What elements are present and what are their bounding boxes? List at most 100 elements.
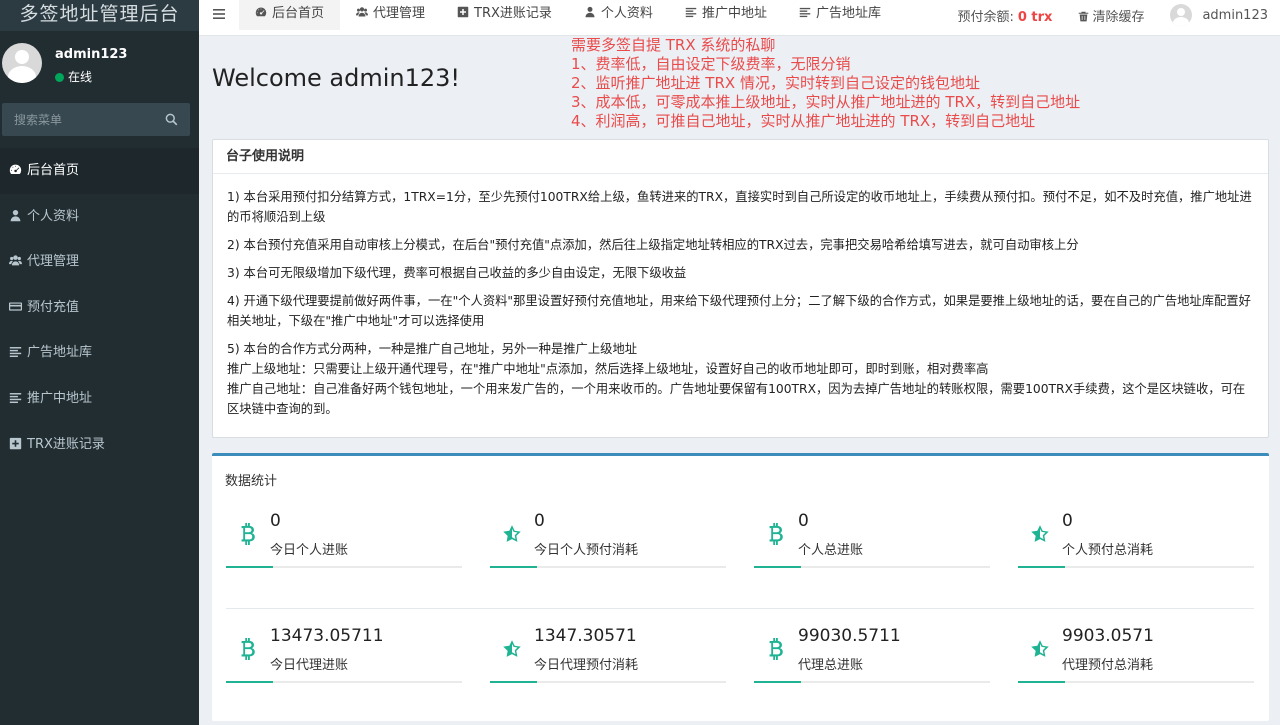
instructions-title: 台子使用说明 [213, 140, 1268, 174]
list-icon [9, 391, 22, 404]
list-icon [799, 6, 811, 18]
sidebar-item-label: TRX进账记录 [27, 436, 105, 452]
search-icon[interactable] [165, 113, 178, 126]
stat-card: 0 今日个人预付消耗 [490, 508, 726, 568]
tab-label: TRX进账记录 [474, 6, 552, 21]
user-menu[interactable]: admin123 [1170, 4, 1268, 26]
stat-value: 1347.30571 [534, 626, 637, 646]
stat-label: 今日代理进账 [270, 658, 349, 673]
sidebar-item-dashboard[interactable]: 后台首页 [0, 148, 199, 194]
user-panel: admin123 在线 [0, 31, 199, 96]
promo-note: 需要多签自提 TRX 系统的私聊 [571, 36, 776, 54]
users-icon [9, 254, 22, 267]
plus-square-icon [457, 6, 469, 18]
sidebar-item-profile[interactable]: 个人资料 [0, 194, 199, 240]
stat-value: 0 [270, 511, 281, 531]
instruction-paragraph: 3) 本台可无限级增加下级代理，费率可根据自己收益的多少自由设定，无限下级收益 [227, 266, 687, 280]
stat-label: 个人总进账 [798, 543, 864, 558]
tab-label: 后台首页 [272, 6, 325, 21]
stat-progress-fill [754, 681, 802, 683]
sidebar-menu: 后台首页 个人资料 代理管理 预付充值 广告地址库 推广中地址 TRX进账记录 [0, 148, 199, 467]
menu-search [2, 103, 190, 136]
stat-value: 0 [1062, 511, 1073, 531]
bitcoin-icon [238, 523, 258, 545]
stat-progress-bar [226, 566, 462, 568]
avatar [1170, 4, 1193, 26]
instructions-panel: 台子使用说明 1) 本台采用预付扣分结算方式，1TRX=1分，至少先预付100T… [212, 139, 1269, 438]
sidebar-item-promoting-addresses[interactable]: 推广中地址 [0, 376, 199, 422]
tab-label: 个人资料 [600, 6, 653, 21]
promo-notes: 需要多签自提 TRX 系统的私聊 1、费率低，自由设定下级费率，无限分销 2、监… [571, 36, 1080, 131]
clear-cache-label: 清除缓存 [1092, 9, 1145, 25]
sidebar-item-trx-income-records[interactable]: TRX进账记录 [0, 422, 199, 468]
stat-label: 代理预付总消耗 [1062, 658, 1154, 673]
sidebar-item-label: 后台首页 [27, 163, 80, 178]
star-half-icon [502, 638, 522, 660]
stat-card: 9903.0571 代理预付总消耗 [1018, 623, 1254, 683]
instruction-paragraph: 4) 开通下级代理要提前做好两件事，一在"个人资料"那里设置好预付充值地址，用来… [227, 294, 1251, 328]
sidebar-item-label: 代理管理 [27, 254, 80, 270]
stat-progress-bar [754, 566, 990, 568]
stat-progress-fill [1018, 566, 1066, 568]
stat-progress-bar [1018, 566, 1254, 568]
stat-progress-fill [754, 566, 802, 568]
stat-card: 0 今日个人进账 [226, 508, 462, 568]
stat-card: 99030.5711 代理总进账 [754, 623, 990, 683]
stat-value: 13473.05711 [270, 626, 384, 646]
sidebar-item-agents[interactable]: 代理管理 [0, 239, 199, 285]
bitcoin-icon [766, 523, 786, 545]
stat-value: 0 [798, 511, 809, 531]
star-half-icon [1030, 523, 1050, 545]
online-status: 在线 [55, 68, 92, 85]
stat-progress-fill [226, 681, 274, 683]
stat-card: 0 个人预付总消耗 [1018, 508, 1254, 568]
stat-label: 个人预付总消耗 [1062, 543, 1154, 558]
tab-trx-income-records[interactable]: TRX进账记录 [441, 0, 568, 30]
stat-progress-fill [226, 566, 274, 568]
instruction-paragraph: 推广自己地址：自己准备好两个钱包地址，一个用来发广告的，一个用来收币的。广告地址… [227, 382, 1246, 416]
instruction-paragraph: 5) 本台的合作方式分两种，一种是推广自己地址，另外一种是推广上级地址 [227, 342, 638, 356]
prepaid-balance-value: 0 trx [1017, 9, 1053, 25]
status-dot-icon [55, 73, 64, 82]
avatar [2, 43, 42, 83]
page-title: Welcome admin123! [212, 64, 461, 92]
tab-ad-address-library[interactable]: 广告地址库 [783, 0, 897, 30]
dashboard-icon [9, 163, 22, 176]
menu-toggle-icon[interactable] [213, 8, 225, 20]
stat-label: 代理总进账 [798, 658, 864, 673]
tab-dashboard[interactable]: 后台首页 [239, 0, 341, 30]
sidebar-item-label: 个人资料 [27, 208, 80, 224]
brand-title: 多签地址管理后台 [0, 0, 199, 31]
clear-cache-button[interactable]: 清除缓存 [1078, 6, 1144, 25]
tab-agents[interactable]: 代理管理 [340, 0, 441, 30]
trash-icon [1078, 11, 1089, 22]
star-half-icon [502, 523, 522, 545]
header-username: admin123 [1202, 7, 1268, 23]
list-icon [685, 6, 697, 18]
stat-progress-fill [490, 681, 538, 683]
stat-progress-bar [226, 681, 462, 683]
instruction-paragraph: 2) 本台预付充值采用自动审核上分模式，在后台"预付充值"点添加，然后往上级指定… [227, 238, 1079, 252]
stat-progress-fill [490, 566, 538, 568]
stat-label: 今日个人进账 [270, 543, 349, 558]
tab-label: 代理管理 [373, 6, 426, 21]
stats-title: 数据统计 [225, 474, 278, 489]
stat-progress-bar [490, 566, 726, 568]
stat-progress-fill [1018, 681, 1066, 683]
plus-square-icon [9, 437, 22, 450]
sidebar-item-ad-address-library[interactable]: 广告地址库 [0, 330, 199, 376]
tab-promoting-addresses[interactable]: 推广中地址 [669, 0, 783, 30]
sidebar-item-prepaid-recharge[interactable]: 预付充值 [0, 285, 199, 331]
star-half-icon [1030, 638, 1050, 660]
tab-profile[interactable]: 个人资料 [568, 0, 669, 30]
stat-progress-bar [754, 681, 990, 683]
instruction-paragraph: 1) 本台采用预付扣分结算方式，1TRX=1分，至少先预付100TRX给上级，鱼… [227, 190, 1252, 224]
instruction-paragraph: 推广上级地址：只需要让上级开通代理号，在"推广中地址"点添加，然后选择上级地址，… [227, 362, 989, 376]
instructions-body: 1) 本台采用预付扣分结算方式，1TRX=1分，至少先预付100TRX给上级，鱼… [213, 174, 1268, 419]
stat-card: 1347.30571 今日代理预付消耗 [490, 623, 726, 683]
user-icon [9, 209, 22, 222]
sidebar-item-label: 广告地址库 [27, 345, 93, 361]
menu-search-input[interactable] [2, 103, 157, 136]
prepaid-balance-label: 预付余额: [957, 9, 1014, 25]
stat-value: 0 [534, 511, 545, 531]
